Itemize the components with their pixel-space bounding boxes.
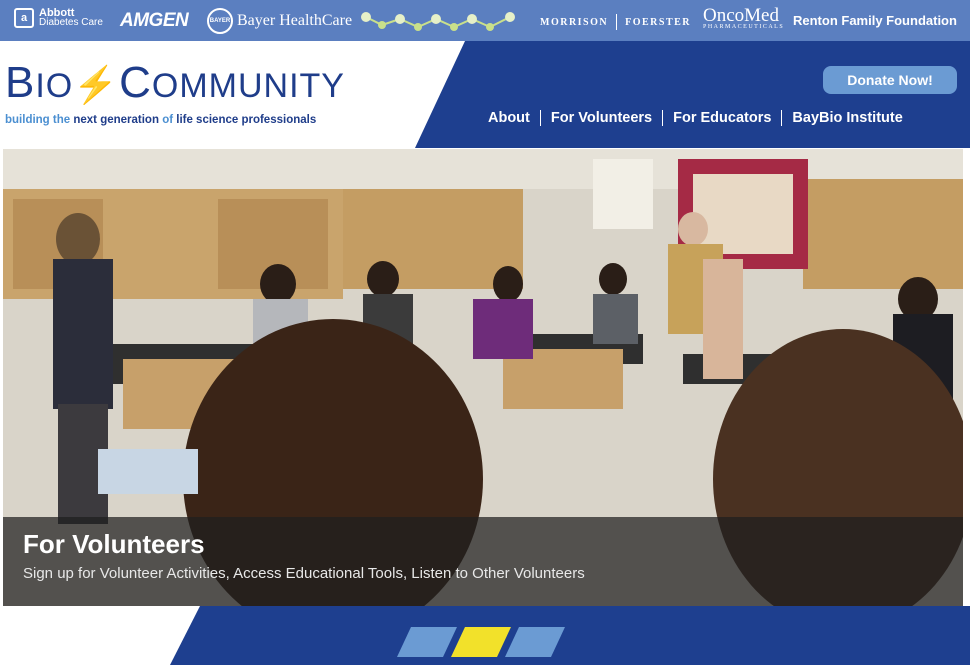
morrison-text: MORRISON — [540, 16, 609, 28]
donate-button[interactable]: Donate Now! — [823, 66, 957, 94]
pager-dot-3[interactable] — [505, 627, 565, 657]
nav-divider — [662, 110, 664, 126]
logo-c: C — [119, 58, 152, 107]
hero-slide[interactable]: For Volunteers Sign up for Volunteer Act… — [3, 149, 963, 606]
logo-b: B — [5, 58, 36, 107]
bayer-name: Bayer HealthCare — [237, 12, 353, 29]
tagline-part-1: building the — [5, 114, 74, 126]
morrison-foerster-logo[interactable]: MORRISON FOERSTER — [540, 14, 691, 30]
main-nav: About For Volunteers For Educators BayBi… — [488, 110, 903, 126]
logo-io: IO — [35, 67, 74, 105]
oncomed-logo[interactable]: OncoMed PHARMACEUTICALS — [703, 5, 785, 31]
nav-divider — [539, 110, 541, 126]
slide-pager — [397, 627, 565, 657]
footer-band — [0, 606, 970, 665]
oncomed-sub: PHARMACEUTICALS — [703, 24, 785, 30]
morrison-divider — [616, 14, 618, 30]
tagline-part-3: of — [159, 114, 177, 126]
nav-item-for-educators[interactable]: For Educators — [673, 110, 771, 126]
oncomed-name: OncoMed — [703, 5, 779, 26]
nav-item-for-volunteers[interactable]: For Volunteers — [551, 110, 652, 126]
biolink-molecule-icon — [361, 12, 515, 31]
logo-title: BIO⚡COMMUNITY — [5, 61, 345, 108]
logo-ommunity: OMMUNITY — [151, 67, 345, 105]
abbott-mark-icon: a — [14, 8, 34, 28]
abbott-logo[interactable]: a Abbott Diabetes Care — [14, 8, 103, 28]
nav-item-about[interactable]: About — [488, 110, 530, 126]
pager-dot-2[interactable] — [451, 627, 511, 657]
lightning-bolt-icon: ⚡ — [73, 64, 120, 105]
amgen-logo[interactable]: AMGEN — [120, 10, 189, 32]
biocommunity-logo[interactable]: BIO⚡COMMUNITY building the next generati… — [5, 61, 345, 127]
biolink-logo[interactable] — [360, 7, 520, 35]
nav-item-baybio-institute[interactable]: BayBio Institute — [792, 110, 902, 126]
hero-title: For Volunteers — [23, 529, 205, 559]
tagline-part-4: life science professionals — [176, 114, 317, 126]
renton-logo[interactable]: Renton Family Foundation — [793, 13, 957, 28]
hero-caption: For Volunteers Sign up for Volunteer Act… — [3, 517, 963, 606]
site-header: BIO⚡COMMUNITY building the next generati… — [0, 41, 970, 148]
bayer-cross-icon: BAYER — [207, 8, 233, 34]
hero-subtitle: Sign up for Volunteer Activities, Access… — [23, 565, 585, 582]
abbott-sub: Diabetes Care — [39, 17, 103, 28]
sponsor-bar: a Abbott Diabetes Care AMGEN BAYER Bayer … — [0, 0, 970, 41]
logo-tagline: building the next generation of life sci… — [5, 114, 345, 126]
nav-divider — [781, 110, 783, 126]
foerster-text: FOERSTER — [625, 16, 692, 28]
pager-dot-1[interactable] — [397, 627, 457, 657]
bayer-logo[interactable]: BAYER Bayer HealthCare — [207, 8, 352, 34]
tagline-part-2: next generation — [73, 114, 159, 126]
